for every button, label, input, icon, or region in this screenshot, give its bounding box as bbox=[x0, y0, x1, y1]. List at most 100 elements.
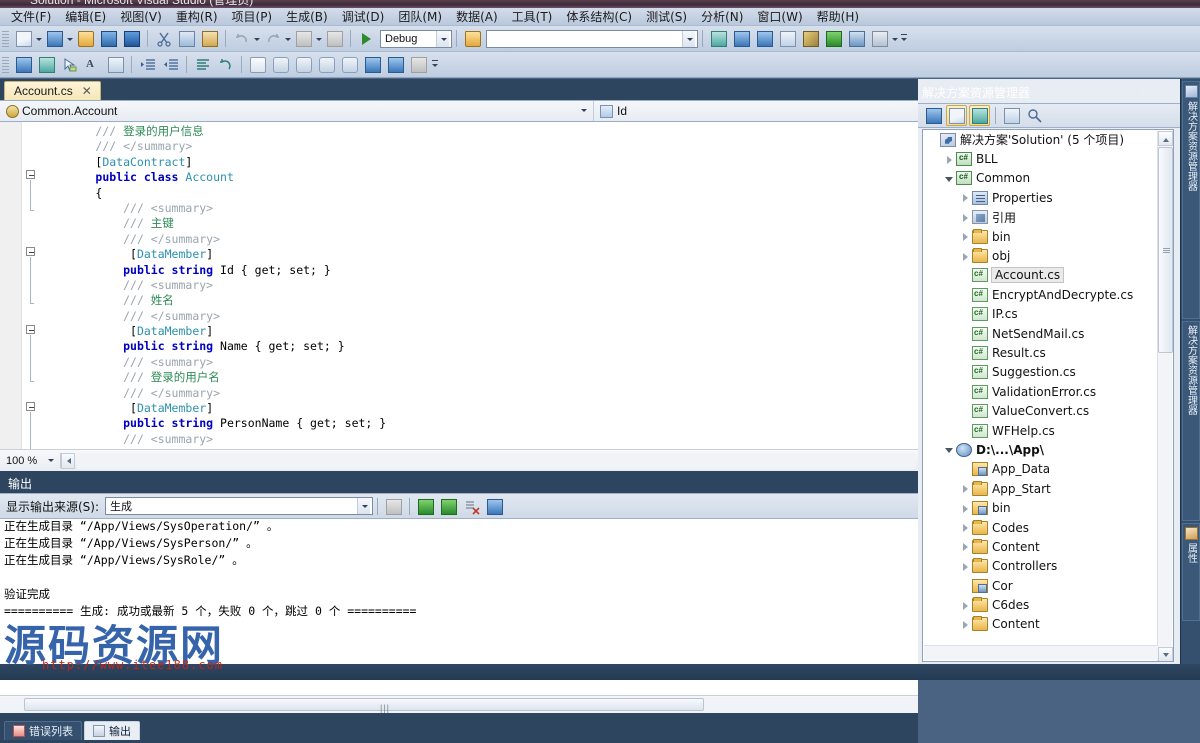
tools-options-icon[interactable] bbox=[800, 28, 821, 49]
toggle-bookmark-icon[interactable] bbox=[316, 54, 337, 75]
tab-error-list[interactable]: 错误列表 bbox=[4, 721, 82, 740]
clear-bookmarks-icon[interactable] bbox=[339, 54, 360, 75]
collapse-all-icon[interactable] bbox=[385, 54, 406, 75]
member-navigation-combo[interactable]: Id bbox=[594, 101, 918, 121]
open-file-icon[interactable] bbox=[75, 28, 96, 49]
tree-item-properties[interactable]: Properties bbox=[923, 188, 1159, 207]
close-tab-icon[interactable]: ✕ bbox=[82, 85, 92, 97]
menu-item-architecture[interactable]: 体系结构(C) bbox=[559, 8, 639, 26]
save-all-icon[interactable] bbox=[121, 28, 142, 49]
toolbar-overflow-icon[interactable] bbox=[900, 28, 908, 49]
undo-icon[interactable] bbox=[231, 28, 252, 49]
refresh-icon[interactable] bbox=[969, 105, 990, 126]
scroll-up-button[interactable] bbox=[1158, 131, 1173, 146]
expand-arrow-icon[interactable] bbox=[959, 479, 972, 498]
toolbar-grip[interactable] bbox=[2, 56, 9, 73]
tab-account-cs[interactable]: Account.cs ✕ bbox=[4, 81, 101, 100]
expand-arrow-icon[interactable] bbox=[959, 615, 972, 634]
clear-output-icon[interactable] bbox=[461, 496, 482, 517]
uncomment-selection-icon[interactable] bbox=[36, 54, 57, 75]
tree-item-solution-5[interactable]: 解决方案'Solution' (5 个项目) bbox=[923, 130, 1159, 149]
menu-item-refactor[interactable]: 重构(R) bbox=[169, 8, 225, 26]
fold-toggle-icon[interactable] bbox=[26, 247, 35, 256]
type-navigation-combo[interactable]: Common.Account bbox=[0, 101, 594, 121]
scroll-thumb[interactable] bbox=[1158, 147, 1173, 353]
collapse-arrow-icon[interactable] bbox=[943, 169, 956, 188]
chevron-down-icon[interactable] bbox=[682, 30, 695, 47]
tree-item-ip-cs[interactable]: IP.cs bbox=[923, 305, 1159, 324]
tree-item-wfhelp-cs[interactable]: WFHelp.cs bbox=[923, 421, 1159, 440]
expand-arrow-icon[interactable] bbox=[959, 247, 972, 266]
output-source-combo[interactable]: 生成 bbox=[105, 497, 374, 515]
editor-zoom-combo[interactable]: 100 % bbox=[2, 451, 60, 471]
clear-all-icon[interactable] bbox=[383, 496, 404, 517]
editor-outlining-margin[interactable] bbox=[22, 122, 40, 449]
tab-output[interactable]: 输出 bbox=[84, 721, 140, 740]
tree-item-result-cs[interactable]: Result.cs bbox=[923, 343, 1159, 362]
pointer-select-icon[interactable] bbox=[59, 54, 80, 75]
chevron-down-icon[interactable] bbox=[436, 30, 449, 47]
pin-icon[interactable]: ⑅ bbox=[1150, 85, 1165, 100]
view-code-icon[interactable] bbox=[1001, 105, 1022, 126]
menu-item-tools[interactable]: 工具(T) bbox=[505, 8, 560, 26]
decrease-indent-icon[interactable] bbox=[160, 54, 181, 75]
close-icon[interactable]: ✕ bbox=[1165, 85, 1180, 100]
go-to-next-message-icon[interactable] bbox=[438, 496, 459, 517]
add-new-item-icon[interactable] bbox=[44, 28, 65, 49]
tree-item-valueconvert-cs[interactable]: ValueConvert.cs bbox=[923, 401, 1159, 420]
cut-icon[interactable] bbox=[153, 28, 174, 49]
tree-item-c6des[interactable]: C6des bbox=[923, 595, 1159, 614]
menu-item-help[interactable]: 帮助(H) bbox=[810, 8, 866, 26]
find-in-files-icon[interactable] bbox=[462, 28, 483, 49]
tree-item-account-cs[interactable]: Account.cs bbox=[923, 266, 1159, 285]
find-symbol-icon[interactable] bbox=[408, 54, 429, 75]
expand-arrow-icon[interactable] bbox=[959, 499, 972, 518]
chevron-down-icon[interactable] bbox=[357, 498, 371, 514]
expand-arrow-icon[interactable] bbox=[959, 537, 972, 556]
expand-arrow-icon[interactable] bbox=[943, 150, 956, 169]
tree-item-encryptanddecrypte-cs[interactable]: EncryptAndDecrypte.cs bbox=[923, 285, 1159, 304]
paste-icon[interactable] bbox=[199, 28, 220, 49]
menu-item-team[interactable]: 团队(M) bbox=[391, 8, 449, 26]
menu-item-window[interactable]: 窗口(W) bbox=[750, 8, 809, 26]
save-icon[interactable] bbox=[98, 28, 119, 49]
toolbar-overflow-icon[interactable] bbox=[431, 54, 439, 75]
menu-item-debug[interactable]: 调试(D) bbox=[335, 8, 392, 26]
tree-item-codes[interactable]: Codes bbox=[923, 518, 1159, 537]
editor-horizontal-scroll-track[interactable] bbox=[77, 452, 916, 469]
undo-dropdown-icon[interactable] bbox=[253, 28, 261, 49]
expand-arrow-icon[interactable] bbox=[959, 188, 972, 207]
expand-arrow-icon[interactable] bbox=[959, 596, 972, 615]
word-wrap-icon[interactable] bbox=[484, 496, 505, 517]
command-window-icon[interactable] bbox=[869, 28, 890, 49]
command-window-dropdown-icon[interactable] bbox=[891, 28, 899, 49]
tree-item-content[interactable]: Content bbox=[923, 615, 1159, 634]
comment-selection-icon[interactable] bbox=[13, 54, 34, 75]
output-scroll-thumb[interactable]: ||| bbox=[24, 697, 704, 713]
expand-arrow-icon[interactable] bbox=[959, 518, 972, 537]
properties-icon[interactable] bbox=[923, 105, 944, 126]
tree-item-bin[interactable]: bin bbox=[923, 498, 1159, 517]
collapse-arrow-icon[interactable] bbox=[943, 440, 956, 459]
find-combo[interactable] bbox=[486, 29, 698, 48]
code-text[interactable]: /// 登录的用户信息 /// </summary> [DataContract… bbox=[40, 124, 910, 447]
navigate-forward-icon[interactable] bbox=[324, 28, 345, 49]
expand-all-icon[interactable] bbox=[362, 54, 383, 75]
indent-guides-icon[interactable] bbox=[105, 54, 126, 75]
menu-item-view[interactable]: 视图(V) bbox=[113, 8, 169, 26]
tree-item-content[interactable]: Content bbox=[923, 537, 1159, 556]
code-editor-surface[interactable]: /// 登录的用户信息 /// </summary> [DataContract… bbox=[0, 122, 918, 449]
scroll-down-button[interactable] bbox=[1158, 647, 1173, 661]
expand-arrow-icon[interactable] bbox=[959, 557, 972, 576]
solution-tree-horizontal-scroll-track[interactable] bbox=[924, 645, 1158, 660]
format-document-icon[interactable] bbox=[192, 54, 213, 75]
menu-item-data[interactable]: 数据(A) bbox=[449, 8, 505, 26]
tree-item-app-start[interactable]: App_Start bbox=[923, 479, 1159, 498]
menu-item-project[interactable]: 项目(P) bbox=[225, 8, 280, 26]
menu-item-edit[interactable]: 编辑(E) bbox=[58, 8, 113, 26]
comment-block-icon[interactable] bbox=[293, 54, 314, 75]
security-icon[interactable] bbox=[846, 28, 867, 49]
increase-indent-icon[interactable] bbox=[137, 54, 158, 75]
scroll-left-button[interactable] bbox=[61, 452, 75, 469]
navigate-backward-icon[interactable] bbox=[293, 28, 314, 49]
